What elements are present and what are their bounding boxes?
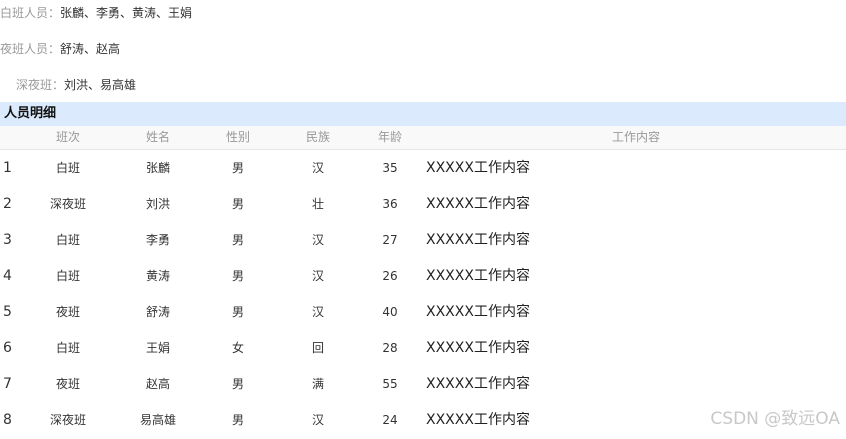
night-shift-line: 夜班人员：舒涛、赵高 — [0, 39, 120, 59]
row-name: 舒涛 — [145, 305, 170, 319]
table-row: 5 夜班 舒涛 男 汉 40 XXXXX工作内容 — [0, 294, 846, 330]
row-sex: 男 — [231, 377, 244, 391]
row-sex: 男 — [231, 161, 244, 175]
row-age: 36 — [382, 197, 398, 211]
row-shift: 深夜班 — [49, 413, 86, 427]
day-shift-members: 张麟、李勇、黄涛、王娟 — [60, 6, 193, 20]
row-ethnicity: 汉 — [311, 233, 324, 247]
row-age: 26 — [382, 269, 398, 283]
row-shift: 白班 — [55, 341, 80, 355]
row-shift: 夜班 — [55, 305, 80, 319]
row-ethnicity: 汉 — [311, 413, 324, 427]
row-name: 赵高 — [145, 377, 170, 391]
row-work: XXXXX工作内容 — [426, 196, 530, 212]
header-shift: 班次 — [55, 130, 80, 144]
row-sex: 女 — [231, 341, 244, 355]
row-work: XXXXX工作内容 — [426, 376, 530, 392]
night-shift-members: 舒涛、赵高 — [60, 42, 121, 56]
row-index: 1 — [3, 160, 12, 176]
row-ethnicity: 汉 — [311, 269, 324, 283]
row-ethnicity: 满 — [311, 377, 324, 391]
row-work: XXXXX工作内容 — [426, 304, 530, 320]
row-name: 黄涛 — [145, 269, 170, 283]
row-age: 35 — [382, 161, 398, 175]
row-index: 2 — [3, 196, 12, 212]
late-night-shift-label: 深夜班： — [16, 78, 65, 92]
table-row: 3 白班 李勇 男 汉 27 XXXXX工作内容 — [0, 222, 846, 258]
table-row: 6 白班 王娟 女 回 28 XXXXX工作内容 — [0, 330, 846, 366]
row-age: 27 — [382, 233, 398, 247]
table-header: 班次 姓名 性别 民族 年龄 工作内容 — [0, 126, 846, 150]
row-sex: 男 — [231, 233, 244, 247]
row-index: 5 — [3, 304, 12, 320]
day-shift-line: 白班人员：张麟、李勇、黄涛、王娟 — [0, 3, 192, 23]
row-index: 8 — [3, 412, 12, 428]
row-age: 40 — [382, 305, 398, 319]
table-row: 2 深夜班 刘洪 男 壮 36 XXXXX工作内容 — [0, 186, 846, 222]
header-ethnicity: 民族 — [305, 130, 330, 144]
row-sex: 男 — [231, 269, 244, 283]
row-sex: 男 — [231, 305, 244, 319]
row-shift: 白班 — [55, 233, 80, 247]
row-name: 张麟 — [145, 161, 170, 175]
row-index: 4 — [3, 268, 12, 284]
header-work: 工作内容 — [611, 130, 660, 144]
row-ethnicity: 回 — [311, 341, 324, 355]
row-shift: 白班 — [55, 161, 80, 175]
row-shift: 深夜班 — [49, 197, 86, 211]
row-name: 王娟 — [145, 341, 170, 355]
row-age: 24 — [382, 413, 398, 427]
day-shift-label: 白班人员： — [0, 6, 61, 20]
row-work: XXXXX工作内容 — [426, 160, 530, 176]
row-shift: 白班 — [55, 269, 80, 283]
header-sex: 性别 — [225, 130, 250, 144]
row-ethnicity: 汉 — [311, 161, 324, 175]
table-row: 7 夜班 赵高 男 满 55 XXXXX工作内容 — [0, 366, 846, 402]
row-work: XXXXX工作内容 — [426, 268, 530, 284]
row-index: 6 — [3, 340, 12, 356]
header-age: 年龄 — [377, 130, 402, 144]
row-sex: 男 — [231, 413, 244, 427]
table-row: 4 白班 黄涛 男 汉 26 XXXXX工作内容 — [0, 258, 846, 294]
late-night-shift-members: 刘洪、易高雄 — [64, 78, 137, 92]
header-name: 姓名 — [145, 130, 170, 144]
row-name: 李勇 — [145, 233, 170, 247]
row-age: 28 — [382, 341, 398, 355]
watermark: CSDN @致远OA — [710, 409, 840, 429]
row-work: XXXXX工作内容 — [426, 232, 530, 248]
row-ethnicity: 汉 — [311, 305, 324, 319]
night-shift-label: 夜班人员： — [0, 42, 61, 56]
row-name: 刘洪 — [145, 197, 170, 211]
row-ethnicity: 壮 — [311, 197, 324, 211]
row-age: 55 — [382, 377, 398, 391]
late-night-shift-line: 深夜班：刘洪、易高雄 — [0, 75, 136, 95]
table-row: 1 白班 张麟 男 汉 35 XXXXX工作内容 — [0, 150, 846, 186]
row-shift: 夜班 — [55, 377, 80, 391]
row-sex: 男 — [231, 197, 244, 211]
row-index: 3 — [3, 232, 12, 248]
row-index: 7 — [3, 376, 12, 392]
section-title: 人员明细 — [0, 102, 846, 126]
row-name: 易高雄 — [139, 413, 176, 427]
row-work: XXXXX工作内容 — [426, 340, 530, 356]
